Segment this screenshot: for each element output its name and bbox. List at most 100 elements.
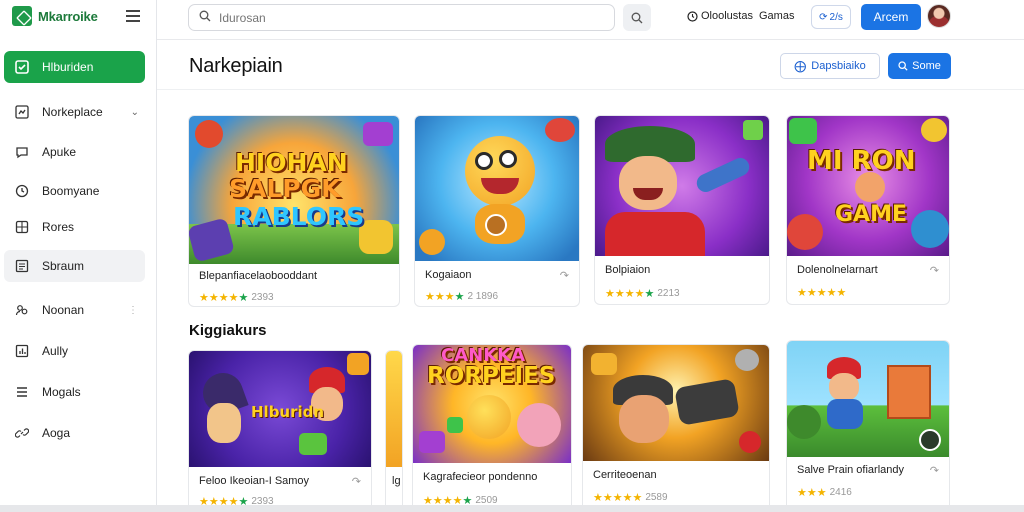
game-card[interactable]: Bolpiaion ★★★★★ 2213 <box>594 115 770 305</box>
game-card[interactable]: HIOHAN SALPGK RABLORS Blepanfiacelaobood… <box>188 115 400 307</box>
notifications-button[interactable]: ⟳ 2/s <box>811 5 851 29</box>
game-rating: ★★★★★ 2213 <box>605 287 680 300</box>
sidebar-item-rores[interactable]: Rores <box>4 211 145 243</box>
sidebar-item-mogals[interactable]: Mogals <box>4 376 145 408</box>
game-art-title: RABLORS <box>233 202 365 231</box>
sync-icon: ⟳ <box>819 11 828 23</box>
star-rating-icon: ★★★★ <box>425 291 465 303</box>
star-rating-icon: ★★★★★ <box>593 492 643 504</box>
game-rating: ★★★ 2416 <box>797 486 852 499</box>
sidebar-item-aully[interactable]: Aully <box>4 335 145 367</box>
search-icon <box>199 9 211 27</box>
top-link-oloolustas[interactable]: Oloolustas <box>687 10 753 22</box>
sidebar-item-label: Aoga <box>42 426 71 440</box>
search-icon <box>898 61 908 71</box>
app-logo[interactable]: Mkarroike <box>12 6 98 26</box>
game-card[interactable]: MI RON GAME Dolenolnelarnart ↷ ★★★★★ <box>786 115 950 305</box>
sidebar-item-apuke[interactable]: Apuke <box>4 136 145 168</box>
star-rating-icon: ★★★★★ <box>797 287 847 299</box>
header-divider <box>157 89 1024 90</box>
game-card-peek[interactable]: lg <box>385 350 403 512</box>
game-thumbnail: CANKKA RORPEIES <box>413 345 571 463</box>
sidebar-item-noonan[interactable]: Noonan ⋮ <box>4 294 145 326</box>
game-thumbnail <box>386 351 402 467</box>
grid-icon <box>14 219 30 235</box>
search-icon <box>631 12 643 23</box>
top-bar: Oloolustas Gamas ⟳ 2/s Arcem <box>157 0 1024 40</box>
header-secondary-label: Dapsbiaiko <box>811 60 866 72</box>
menu-toggle-icon[interactable] <box>126 10 140 22</box>
refresh-icon[interactable]: ↷ <box>352 475 361 488</box>
page-title: Narkepiain <box>189 55 283 77</box>
game-title: Salve Prain ofiarlandy <box>797 464 905 476</box>
sidebar-item-label: Hlburiden <box>42 60 94 74</box>
game-title: Bolpiaion <box>605 264 651 276</box>
header-primary-button[interactable]: Some <box>888 53 951 79</box>
dashboard-icon <box>14 104 30 120</box>
menu-icon <box>14 384 30 400</box>
game-rating: ★★★★★ 2393 <box>199 291 274 304</box>
game-card[interactable]: Salve Prain ofiarlandy ↷ ★★★ 2416 <box>786 340 950 512</box>
game-title: Dolenolnelarnart <box>797 264 878 276</box>
sidebar-item-label: Noonan <box>42 303 85 317</box>
link-icon <box>14 425 30 441</box>
list-icon <box>14 258 30 274</box>
primary-action-button[interactable]: Arcem <box>861 4 921 30</box>
chat-icon <box>14 144 30 160</box>
game-rating: ★★★★★ 2589 <box>593 491 668 504</box>
clock-icon <box>14 183 30 199</box>
sidebar-item-label: Apuke <box>42 145 77 159</box>
game-title: Kogaiaon <box>425 269 472 281</box>
sidebar-item-sbraum[interactable]: Sbraum <box>4 250 145 282</box>
game-art-title: RORPEIES <box>427 363 556 389</box>
notifications-label: 2/s <box>829 11 843 23</box>
avatar[interactable] <box>927 4 951 28</box>
game-thumbnail <box>415 116 579 261</box>
refresh-icon[interactable]: ↷ <box>930 264 939 277</box>
header-primary-label: Some <box>912 60 941 72</box>
sidebar-item-hlburiden[interactable]: Hlburiden <box>4 51 145 83</box>
game-card[interactable]: Hlburidn Feloo Ikeoian-I Samoy ↷ ★★★★★ 2… <box>188 350 372 512</box>
game-card[interactable]: Cerriteoenan ★★★★★ 2589 <box>582 344 770 512</box>
game-art-title: Hlburidn <box>251 403 325 421</box>
game-title: Kagrafecieor pondenno <box>423 471 538 483</box>
refresh-icon[interactable]: ↷ <box>930 464 939 477</box>
section-title: Kiggiakurs <box>189 322 267 339</box>
sidebar-item-label: Sbraum <box>42 259 85 273</box>
sidebar: Mkarroike Hlburiden Norkeplace ⌄ Apuke B… <box>0 0 157 512</box>
game-title: Blepanfiacelaobooddant <box>199 270 318 282</box>
search-input[interactable] <box>219 10 599 25</box>
game-card[interactable]: Kogaiaon ↷ ★★★★ 2 1896 <box>414 115 580 307</box>
sidebar-item-norkeplace[interactable]: Norkeplace ⌄ <box>4 96 145 128</box>
top-link-gamas[interactable]: Gamas <box>759 10 794 22</box>
more-icon[interactable]: ⋮ <box>128 305 139 316</box>
plus-icon: ⨁ <box>794 59 807 73</box>
game-art-title: MI RON <box>807 146 916 176</box>
refresh-icon[interactable]: ↷ <box>560 269 569 282</box>
check-square-icon <box>14 59 30 75</box>
game-thumbnail: Hlburidn <box>189 351 371 467</box>
game-thumbnail <box>787 341 949 457</box>
sidebar-item-aoga[interactable]: Aoga <box>4 417 145 449</box>
game-title: Cerriteoenan <box>593 469 657 481</box>
search-button[interactable] <box>623 4 651 31</box>
rating-count: 2393 <box>251 292 274 303</box>
sidebar-item-label: Norkeplace <box>42 105 103 119</box>
sidebar-item-label: Mogals <box>42 385 81 399</box>
header-secondary-button[interactable]: ⨁ Dapsbiaiko <box>780 53 880 79</box>
game-card[interactable]: CANKKA RORPEIES Kagrafecieor pondenno ★★… <box>412 344 572 512</box>
sidebar-item-label: Boomyane <box>42 184 100 198</box>
chevron-down-icon[interactable]: ⌄ <box>131 107 139 118</box>
horizontal-scrollbar[interactable] <box>0 505 1024 512</box>
star-rating-icon: ★★★★★ <box>199 292 249 304</box>
rating-count: 2416 <box>829 487 852 498</box>
sidebar-item-boomyane[interactable]: Boomyane <box>4 175 145 207</box>
game-thumbnail <box>595 116 769 256</box>
game-rating: ★★★★ 2 1896 <box>425 290 498 303</box>
sidebar-item-label: Rores <box>42 220 75 234</box>
star-rating-icon: ★★★ <box>797 487 827 499</box>
search-box[interactable] <box>188 4 615 31</box>
game-title-truncated: lg <box>392 475 401 487</box>
game-title: Feloo Ikeoian-I Samoy <box>199 475 310 487</box>
game-art-title: GAME <box>835 202 908 227</box>
